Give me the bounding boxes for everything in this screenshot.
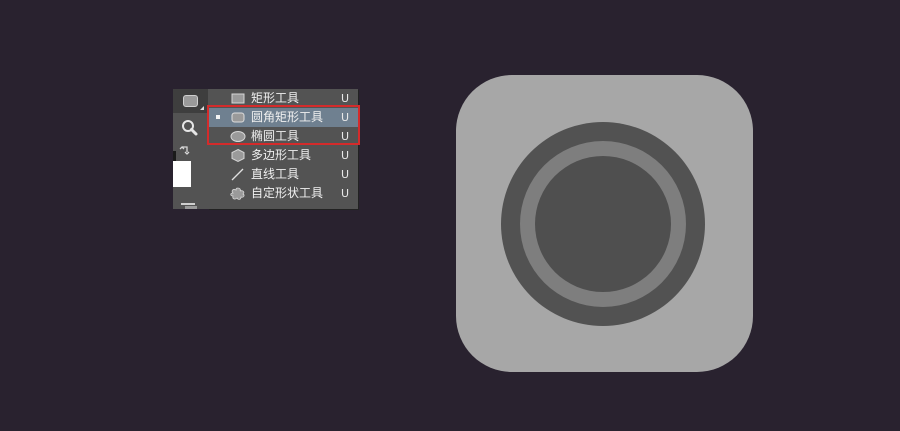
ellipse-icon [230,131,246,142]
menu-item-label: 椭圆工具 [251,129,300,143]
quick-mask-button[interactable] [173,201,208,209]
menu-item-label: 自定形状工具 [251,186,324,200]
flyout-triangle-icon [200,106,204,110]
rounded-rectangle-icon [183,95,198,107]
menu-item-ellipse-tool[interactable]: 椭圆工具 U [208,127,358,146]
shortcut-key: U [341,187,350,200]
menu-item-label: 多边形工具 [251,148,312,162]
lens-inner-circle [535,156,671,292]
lens-outer-circle [501,122,705,326]
shortcut-key: U [341,149,350,162]
menu-item-line-tool[interactable]: 直线工具 U [208,165,358,184]
line-icon [231,168,244,181]
shape-tool-flyout-menu: 矩形工具 U 圆角矩形工具 U 椭圆工具 U 多边形工具 U 直线工具 U 自定 [208,89,358,209]
menu-item-custom-shape-tool[interactable]: 自定形状工具 U [208,184,358,203]
zoom-icon [182,120,198,136]
menu-item-label: 矩形工具 [251,91,300,105]
polygon-icon [231,148,245,163]
tools-panel [173,89,208,209]
shape-tool-button[interactable] [173,89,208,113]
shortcut-key: U [341,130,350,143]
background-color-swatch[interactable] [173,161,191,187]
menu-item-label: 直线工具 [251,167,300,181]
menu-item-polygon-tool[interactable]: 多边形工具 U [208,146,358,165]
quick-mask-icon [181,203,195,205]
rectangle-icon [231,93,245,104]
swap-colors-button[interactable] [173,143,208,157]
menu-item-rectangle-tool[interactable]: 矩形工具 U [208,89,358,108]
swap-colors-icon [179,146,190,155]
rounded-rectangle-icon [231,112,245,123]
zoom-tool-button[interactable] [173,117,208,139]
shortcut-key: U [341,168,350,181]
shortcut-key: U [341,111,350,124]
app-icon-rounded-square [456,75,753,372]
menu-item-label: 圆角矩形工具 [251,110,324,124]
active-tool-marker [216,115,220,119]
shortcut-key: U [341,92,350,105]
menu-item-rounded-rectangle-tool[interactable]: 圆角矩形工具 U [208,108,358,127]
lens-ring-circle [520,141,686,307]
custom-shape-icon [230,187,245,200]
